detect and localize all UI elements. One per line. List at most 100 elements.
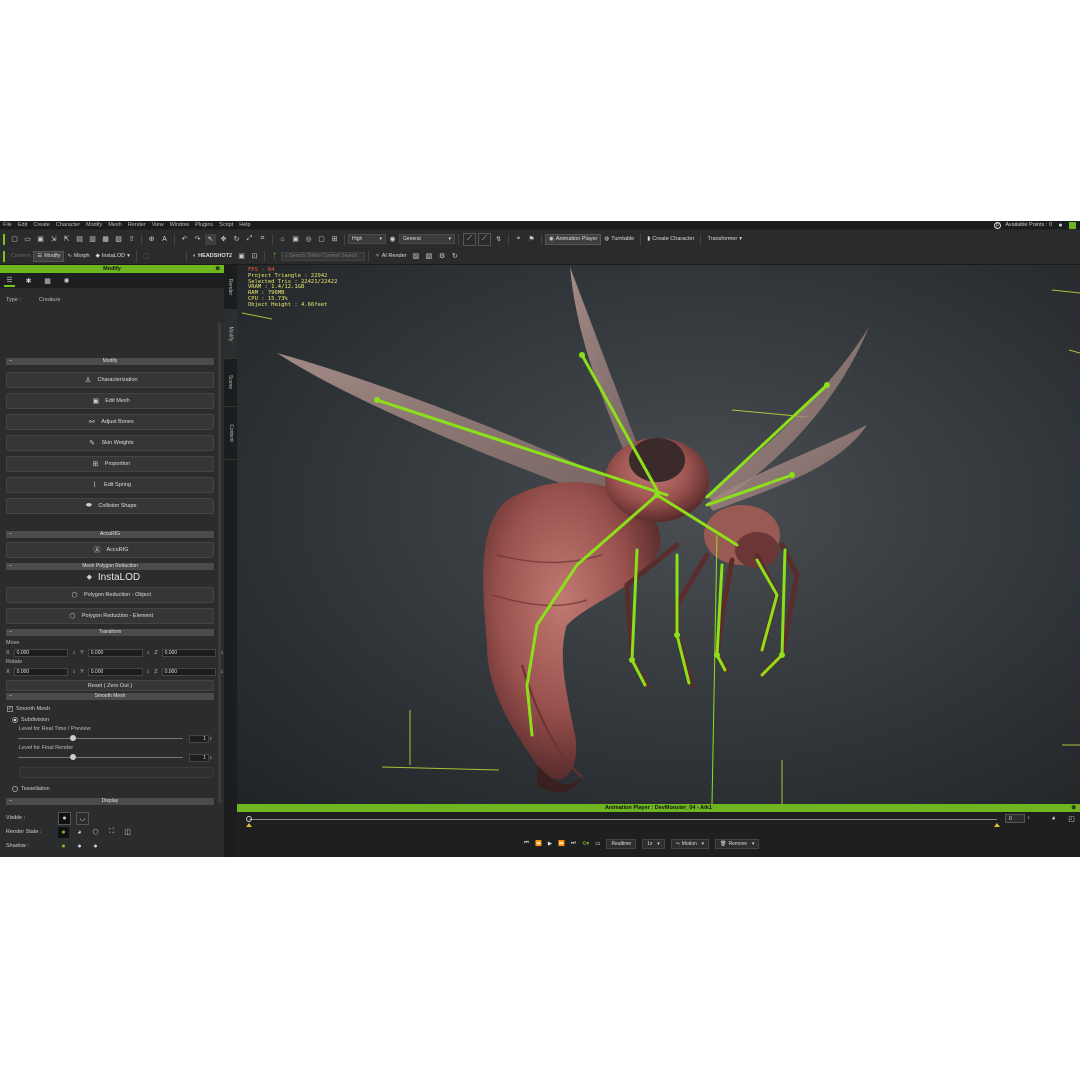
create-character-button[interactable]: ▮ Create Character xyxy=(644,234,697,245)
render-video-icon[interactable]: ▦ xyxy=(100,234,111,245)
fit-icon[interactable]: ▢ xyxy=(316,234,327,245)
menu-render[interactable]: Render xyxy=(125,222,149,228)
section-display[interactable]: – Display xyxy=(6,798,214,805)
proportion-button[interactable]: ⊞ Proportion xyxy=(6,456,214,472)
content-search-input[interactable]: ⌕ Search Online Content Search xyxy=(281,251,366,261)
instalod-button[interactable]: ◆ InstaLOD ▾ xyxy=(93,251,133,262)
user-icon[interactable]: ● xyxy=(1057,222,1064,229)
tab-content[interactable]: Content xyxy=(224,406,237,460)
slider-knob[interactable] xyxy=(70,735,76,741)
select-icon[interactable]: ↖ xyxy=(205,233,216,245)
tessellation-radio[interactable] xyxy=(12,785,18,792)
wireframe-icon[interactable]: ⛶ xyxy=(106,827,117,838)
close-icon[interactable]: ⊗ xyxy=(1071,804,1076,812)
level-realtime-value[interactable]: 1 xyxy=(189,734,209,743)
spinner-icon[interactable]: ⇕ xyxy=(209,736,213,741)
save-icon[interactable]: ▣ xyxy=(35,234,46,245)
tab-render[interactable]: Render xyxy=(224,265,237,310)
tab-scene[interactable]: Scene xyxy=(224,358,237,407)
menu-mesh[interactable]: Mesh xyxy=(105,222,124,228)
redo-icon[interactable]: ↷ xyxy=(192,234,203,245)
import-icon[interactable]: ⇱ xyxy=(61,234,72,245)
camera-switch-icon[interactable]: ◕ xyxy=(1048,813,1059,824)
characterization-button[interactable]: ♙ Characterization xyxy=(6,372,214,388)
skip-end-icon[interactable]: ⏭ xyxy=(571,840,576,847)
move-y-field[interactable]: 0.000 xyxy=(87,648,143,657)
move-icon[interactable]: ✥ xyxy=(218,234,229,245)
menu-view[interactable]: View xyxy=(149,222,167,228)
undo-icon[interactable]: ↶ xyxy=(179,234,190,245)
menu-plugins[interactable]: Plugins xyxy=(192,222,216,228)
home-icon[interactable]: ⌂ xyxy=(277,234,288,245)
remove-button[interactable]: 🗑 Remove ▾ xyxy=(715,838,760,849)
quality-dropdown[interactable]: High ▾ xyxy=(348,234,386,244)
eye-closed-icon[interactable]: ◡ xyxy=(76,811,89,825)
section-accurig[interactable]: – AccuRIG xyxy=(6,531,214,538)
headshot-button[interactable]: ◐ HEADSHOT2 xyxy=(190,251,235,262)
attributes-tab-icon[interactable]: ☰ xyxy=(4,274,15,287)
bone-display-icon[interactable]: ⟋ xyxy=(463,232,476,246)
physics-tab-icon[interactable]: ✺ xyxy=(61,275,72,286)
3d-viewport[interactable]: FPS : 84 Project Triangle : 22942 Select… xyxy=(237,265,1080,804)
polygon-reduction-object-button[interactable]: ⬡ Polygon Reduction - Object xyxy=(6,587,214,603)
xray-icon[interactable]: ◫ xyxy=(122,827,133,838)
eye-icon[interactable]: ● xyxy=(58,811,71,825)
menu-window[interactable]: Window xyxy=(167,222,193,228)
section-mesh-polygon-reduction[interactable]: – Mesh Polygon Reduction xyxy=(6,563,214,570)
light-icon[interactable]: ◉ xyxy=(387,234,398,245)
menu-file[interactable]: File xyxy=(0,222,15,228)
smooth-mesh-checkbox[interactable]: ✓ xyxy=(7,705,13,712)
spinner-icon[interactable]: ⇕ xyxy=(147,669,151,674)
menu-script[interactable]: Script xyxy=(216,222,236,228)
timeline-playhead[interactable] xyxy=(246,816,252,822)
menu-create[interactable]: Create xyxy=(30,222,53,228)
transformer-button[interactable]: Transformer ▾ xyxy=(704,234,745,245)
render-image-icon[interactable]: ▥ xyxy=(87,234,98,245)
rotate-y-field[interactable]: 0.000 xyxy=(87,667,143,676)
subdivision-radio[interactable] xyxy=(12,716,18,723)
refresh-icon[interactable]: ↻ xyxy=(449,251,460,262)
upgrade-icon[interactable] xyxy=(1069,221,1076,229)
material-tab-icon[interactable]: ▦ xyxy=(42,275,53,286)
orbit-icon[interactable]: ◎ xyxy=(303,234,314,245)
pan-icon[interactable]: ▣ xyxy=(290,234,301,245)
plugin-icon[interactable]: ᛉ xyxy=(269,251,280,262)
morph-button[interactable]: ∿ Morph xyxy=(64,251,92,262)
frame-field[interactable]: 0 xyxy=(1005,814,1025,823)
adjust-bones-button[interactable]: ⚯ Adjust Bones xyxy=(6,414,214,430)
end-marker-icon[interactable] xyxy=(994,823,1000,827)
ik-icon[interactable]: ↯ xyxy=(493,234,504,245)
level-realtime-slider[interactable] xyxy=(18,734,183,743)
animation-player-button[interactable]: ◉ Animation Player xyxy=(545,233,602,245)
rotate-icon[interactable]: ↻ xyxy=(231,234,242,245)
spinner-icon[interactable]: ⇕ xyxy=(209,755,213,760)
box-shading-icon[interactable]: ⬡ xyxy=(90,827,101,838)
panel-scrollbar[interactable] xyxy=(218,323,221,803)
level-final-value[interactable]: 1 xyxy=(189,753,209,762)
smooth-shading-icon[interactable]: ◕ xyxy=(74,827,85,838)
settings-icon[interactable]: ⚙ xyxy=(436,251,447,262)
scale-icon[interactable]: ⤢ xyxy=(244,234,255,245)
menu-edit[interactable]: Edit xyxy=(15,222,30,228)
snap-icon[interactable]: ⌗ xyxy=(257,234,268,245)
modify-button[interactable]: ☰ Modify xyxy=(33,250,65,262)
spinner-icon[interactable]: ⇕ xyxy=(147,650,151,655)
close-icon[interactable]: ⊗ xyxy=(215,265,220,273)
frame-icon[interactable]: ⊞ xyxy=(329,234,340,245)
text-icon[interactable]: A xyxy=(159,234,170,245)
open-folder-icon[interactable]: ▭ xyxy=(22,234,33,245)
section-modify[interactable]: – Modify xyxy=(6,358,214,365)
loop-icon[interactable]: ⟲▾ xyxy=(582,841,589,847)
new-file-icon[interactable]: ▢ xyxy=(9,234,20,245)
skip-start-icon[interactable]: ⏮ xyxy=(524,840,529,847)
menu-modify[interactable]: Modify xyxy=(83,222,105,228)
start-marker-icon[interactable] xyxy=(246,823,252,827)
rig-icon[interactable]: ▣ xyxy=(236,251,247,262)
zoom-icon[interactable]: ⊕ xyxy=(146,234,157,245)
export-image-icon[interactable]: ▧ xyxy=(423,251,434,262)
move-z-field[interactable]: 0.000 xyxy=(161,648,217,657)
collision-shape-button[interactable]: ⬬ Collision Shape xyxy=(6,498,214,514)
move-x-field[interactable]: 0.000 xyxy=(13,648,69,657)
level-final-slider[interactable] xyxy=(18,753,183,762)
turntable-button[interactable]: ◍ Turntable xyxy=(601,234,637,245)
